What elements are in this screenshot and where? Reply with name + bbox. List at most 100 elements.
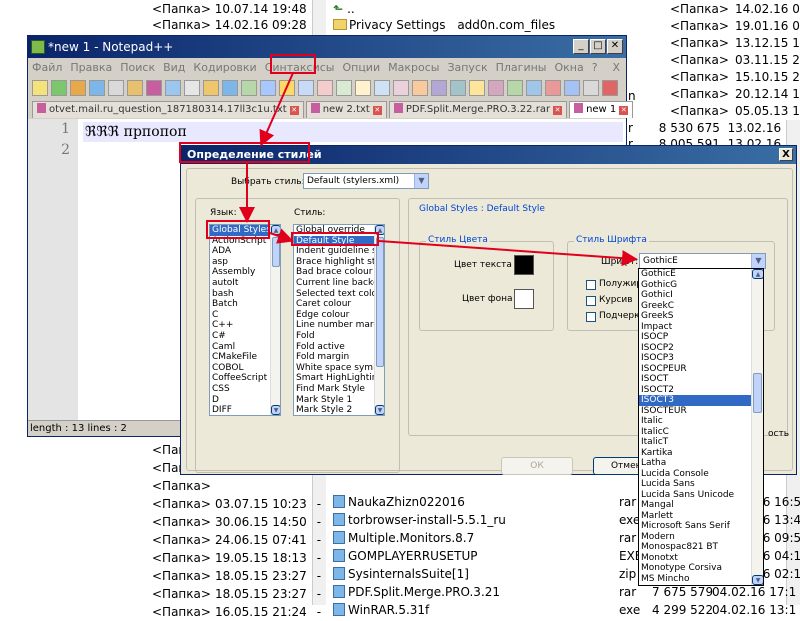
ok-button[interactable]: ОК xyxy=(501,457,573,475)
toolbar-button-icon[interactable] xyxy=(70,80,86,96)
chevron-down-icon[interactable]: ▼ xyxy=(751,254,765,268)
style-item[interactable]: Current line backgr xyxy=(294,278,384,289)
font-item[interactable]: ItalicT xyxy=(639,437,763,448)
style-item[interactable]: Selected text colou xyxy=(294,289,384,300)
style-item[interactable]: Line number margin xyxy=(294,320,384,331)
minimize-icon[interactable]: _ xyxy=(573,39,589,54)
toolbar-button-icon[interactable] xyxy=(127,80,143,96)
style-item[interactable]: Mark Style 2 xyxy=(294,405,384,415)
right-folder-row[interactable]: <Папка> 03.11.15 21:4 xyxy=(670,52,800,69)
left-row[interactable]: <Папка> 14.02.16 09:28 - xyxy=(152,17,325,34)
font-item[interactable]: GothicE xyxy=(639,269,763,280)
menu-item-8[interactable]: Макросы xyxy=(388,61,439,74)
style-item[interactable]: Find Mark Style xyxy=(294,384,384,395)
toolbar-button-icon[interactable] xyxy=(260,80,276,96)
underline-checkbox[interactable] xyxy=(586,312,596,322)
style-item[interactable]: Bad brace colour xyxy=(294,267,384,278)
right-folder-row[interactable]: <Папка> 15.10.15 22:0 xyxy=(670,69,800,86)
toolbar-button-icon[interactable] xyxy=(146,80,162,96)
style-list[interactable]: Global override Default Style Indent guide… xyxy=(293,224,385,416)
font-item[interactable]: Marlett xyxy=(639,511,763,522)
tab-close-icon[interactable]: ✕ xyxy=(289,106,299,115)
tab-close-icon[interactable]: ✕ xyxy=(619,106,629,115)
left-row[interactable]: <Папка> 03.07.15 10:23- xyxy=(152,496,321,513)
tab-close-icon[interactable]: ✕ xyxy=(553,106,563,115)
theme-select[interactable]: Default (stylers.xml) ▼ xyxy=(303,173,429,189)
bg-color-swatch[interactable] xyxy=(514,289,534,309)
toolbar-button-icon[interactable] xyxy=(203,80,219,96)
toolbar-button-icon[interactable] xyxy=(412,80,428,96)
left-row[interactable]: <Папка> 10.07.14 19:48 - xyxy=(152,1,325,18)
toolbar-button-icon[interactable] xyxy=(165,80,181,96)
font-item[interactable]: Latha xyxy=(639,458,763,469)
font-dropdown-list[interactable]: GothicE GothicG GothicI GreekC GreekS Impact I… xyxy=(638,268,764,586)
menu-item-3[interactable]: Поиск xyxy=(120,61,155,74)
font-item[interactable]: ISOCP xyxy=(639,332,763,343)
font-item[interactable]: GreekC xyxy=(639,301,763,312)
toolbar-button-icon[interactable] xyxy=(355,80,371,96)
tab-4[interactable]: new 1 ✕ xyxy=(569,101,634,118)
style-item[interactable]: Global override xyxy=(294,225,384,236)
scroll-down-icon[interactable]: ▼ xyxy=(271,405,280,415)
font-select[interactable]: GothicE ▼ xyxy=(639,253,766,269)
dialog-title-bar[interactable]: Определение стилей X xyxy=(181,146,796,164)
scroll-up-icon[interactable]: ▲ xyxy=(752,269,763,279)
toolbar-button-icon[interactable] xyxy=(583,80,599,96)
list-item[interactable]: Multiple.Monitors.8.7 xyxy=(333,530,474,547)
scroll-thumb[interactable] xyxy=(376,237,384,367)
style-item[interactable]: Fold xyxy=(294,331,384,342)
font-item[interactable]: Lucida Sans Unicode xyxy=(639,490,763,501)
menu-item-10[interactable]: Плагины xyxy=(496,61,547,74)
menu-item-11[interactable]: Окна xyxy=(554,61,583,74)
toolbar-button-icon[interactable] xyxy=(89,80,105,96)
font-item[interactable]: GothicG xyxy=(639,280,763,291)
toolbar-button-icon[interactable] xyxy=(298,80,314,96)
right-file-row[interactable]: r 8 530 675 13.02.16 15:4 xyxy=(628,120,800,137)
toolbar-button-icon[interactable] xyxy=(222,80,238,96)
menu-item-12[interactable]: ? xyxy=(592,61,598,74)
font-item[interactable]: Impact xyxy=(639,322,763,333)
menu-close-icon[interactable]: X xyxy=(612,58,620,77)
toolbar-button-icon[interactable] xyxy=(279,80,295,96)
font-item[interactable]: ISOCP2 xyxy=(639,343,763,354)
left-row[interactable]: <Папка> 30.06.15 14:50- xyxy=(152,514,321,531)
chevron-down-icon[interactable]: ▼ xyxy=(414,174,428,188)
toolbar-button-icon[interactable] xyxy=(32,80,48,96)
font-item[interactable]: ISOCT2 xyxy=(639,385,763,396)
font-item[interactable]: ISOCP3 xyxy=(639,353,763,364)
left-row[interactable]: <Папка> 19.05.15 18:13- xyxy=(152,550,321,567)
fg-color-swatch[interactable] xyxy=(514,255,534,275)
close-icon[interactable]: ✕ xyxy=(607,39,623,54)
left-row[interactable]: <Папка> 24.06.15 07:41- xyxy=(152,532,321,549)
font-item[interactable]: ISOCTEUR xyxy=(639,406,763,417)
font-item[interactable]: Monotype Corsiva xyxy=(639,563,763,574)
menu-item-1[interactable]: Файл xyxy=(32,61,62,74)
menu-item-9[interactable]: Запуск xyxy=(447,61,487,74)
style-item[interactable]: Fold active xyxy=(294,342,384,353)
list-item[interactable]: Privacy Settings add0n.com_files xyxy=(333,17,555,34)
list-item[interactable]: SysinternalsSuite[1] xyxy=(333,566,469,583)
font-item[interactable]: Monotxt xyxy=(639,553,763,564)
style-item[interactable]: Edge colour xyxy=(294,310,384,321)
style-item[interactable]: Caret colour xyxy=(294,299,384,310)
maximize-icon[interactable]: □ xyxy=(590,39,606,54)
toolbar-button-icon[interactable] xyxy=(431,80,447,96)
dialog-close-icon[interactable]: X xyxy=(779,148,793,161)
font-item[interactable]: Italic xyxy=(639,416,763,427)
list-item[interactable]: NaukaZhizn022016 xyxy=(333,494,465,511)
left-row[interactable]: <Папка> 16.05.15 21:24- xyxy=(152,604,321,621)
toolbar-button-icon[interactable] xyxy=(393,80,409,96)
toolbar-button-icon[interactable] xyxy=(469,80,485,96)
style-item[interactable]: Mark Style 1 xyxy=(294,395,384,406)
left-row[interactable]: <Папка> 18.05.15 23:27- xyxy=(152,586,321,603)
list-item[interactable]: GOMPLAYERRUSETUP xyxy=(333,548,478,565)
font-item[interactable]: Modern xyxy=(639,532,763,543)
menu-item-6[interactable]: Синтаксисы xyxy=(265,61,335,74)
font-item[interactable]: ISOCT xyxy=(639,374,763,385)
menu-item-2[interactable]: Правка xyxy=(70,61,112,74)
font-item[interactable]: ISOCT3 xyxy=(639,395,763,406)
italic-checkbox[interactable] xyxy=(586,296,596,306)
toolbar-button-icon[interactable] xyxy=(545,80,561,96)
menu-item-7[interactable]: Опции xyxy=(342,61,380,74)
menu-item-5[interactable]: Кодировки xyxy=(193,61,256,74)
